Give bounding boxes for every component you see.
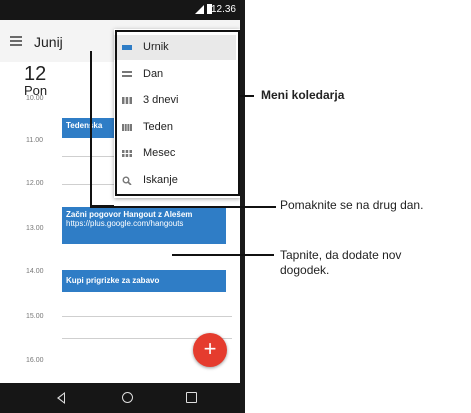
event-block[interactable]: Začni pogovor Hangout z Alešem https://p… (62, 207, 226, 244)
callout-line-swipe (90, 206, 276, 208)
hour-label: 16.00 (26, 357, 44, 364)
menu-highlight-frame (115, 30, 240, 196)
month-title[interactable]: Junij (34, 34, 63, 50)
add-event-button[interactable]: + (193, 333, 227, 367)
callout-line-tap (172, 254, 274, 256)
callout-line-menu (240, 95, 254, 97)
hour-label: 11.00 (26, 137, 43, 144)
hour-label: 14.00 (26, 268, 44, 275)
callout-swipe-label: Pomaknite se na drug dan. (280, 198, 424, 212)
hour-label: 13.00 (26, 225, 44, 232)
event-block[interactable]: Kupi prigrizke za zabavo (62, 270, 226, 292)
hour-divider (62, 316, 232, 317)
callout-menu-label: Meni koledarja (261, 88, 345, 102)
hour-label: 15.00 (26, 313, 44, 320)
swipe-bracket (90, 51, 114, 207)
callout-tap-label-line2: dogodek. (280, 263, 330, 277)
navigation-bar (0, 383, 240, 413)
status-bar: 12.36 (0, 0, 240, 20)
event-title: Kupi prigrizke za zabavo (66, 276, 160, 285)
home-icon[interactable] (122, 392, 133, 403)
signal-icon (195, 5, 204, 14)
hour-label: 12.00 (26, 180, 44, 187)
event-title: Začni pogovor Hangout z Alešem (66, 210, 193, 219)
back-icon[interactable] (57, 392, 65, 404)
day-number: 12 (24, 63, 47, 85)
recent-apps-icon[interactable] (186, 392, 197, 403)
callout-tap-label-line1: Tapnite, da dodate nov (280, 248, 402, 262)
status-time: 12.36 (210, 4, 236, 15)
day-header: 12 Pon (24, 64, 47, 98)
hamburger-menu-icon[interactable] (10, 36, 22, 46)
hour-label: 10.00 (26, 95, 44, 102)
event-subtitle: https://plus.google.com/hangouts (66, 219, 184, 228)
